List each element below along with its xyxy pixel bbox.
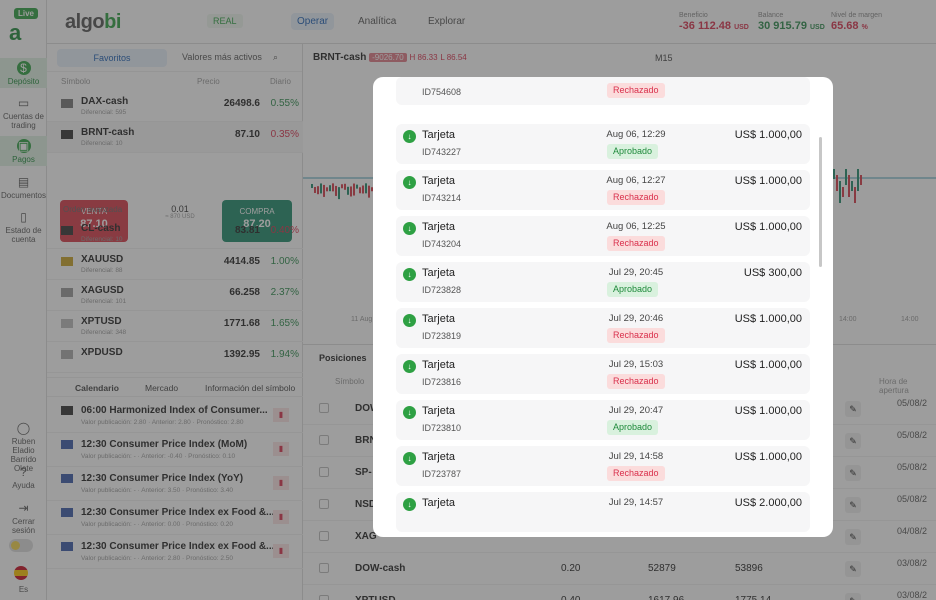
transactions-modal: ID754608 Rechazado ↓ Tarjeta ID743227 Aug 06,… <box>373 77 833 537</box>
deposit-icon: ↓ <box>403 452 416 465</box>
transaction-id: ID743227 <box>422 147 462 157</box>
transaction-row[interactable]: ↓ Tarjeta ID723810 Jul 29, 20:47 Aprobado US$… <box>396 400 810 440</box>
transaction-amount: US$ 1.000,00 <box>734 313 802 325</box>
deposit-icon: ↓ <box>403 314 416 327</box>
deposit-icon: ↓ <box>403 268 416 281</box>
payment-method: Tarjeta <box>422 405 456 417</box>
deposit-icon: ↓ <box>403 406 416 419</box>
transaction-id: ID723819 <box>422 331 462 341</box>
transaction-date: Aug 06, 12:25 <box>606 221 666 232</box>
transaction-id: ID723810 <box>422 423 462 433</box>
transaction-row[interactable]: ↓ Tarjeta ID723819 Jul 29, 20:46 Rechazado US… <box>396 308 810 348</box>
transaction-amount: US$ 1.000,00 <box>734 405 802 417</box>
transaction-id: ID743214 <box>422 193 462 203</box>
transaction-amount: US$ 1.000,00 <box>734 221 802 233</box>
status-badge: Rechazado <box>607 236 665 251</box>
transaction-date: Aug 06, 12:29 <box>606 129 666 140</box>
payment-method: Tarjeta <box>422 267 456 279</box>
transaction-row[interactable]: ↓ Tarjeta ID743204 Aug 06, 12:25 Rechazado US… <box>396 216 810 256</box>
transaction-amount: US$ 1.000,00 <box>734 175 802 187</box>
transaction-row[interactable]: ID754608 Rechazado <box>396 77 810 105</box>
transaction-id: ID723828 <box>422 285 462 295</box>
status-badge: Rechazado <box>607 466 665 481</box>
transaction-row[interactable]: ↓ Tarjeta ID743227 Aug 06, 12:29 Aprobado US$… <box>396 124 810 164</box>
transaction-id: ID754608 <box>422 87 462 97</box>
transaction-row[interactable]: ↓ Tarjeta ID723828 Jul 29, 20:45 Aprobado US$… <box>396 262 810 302</box>
deposit-icon: ↓ <box>403 222 416 235</box>
transaction-amount: US$ 1.000,00 <box>734 129 802 141</box>
transaction-date: Jul 29, 20:45 <box>608 267 664 278</box>
transaction-date: Jul 29, 15:03 <box>608 359 664 370</box>
transaction-row[interactable]: ↓ Tarjeta ID743214 Aug 06, 12:27 Rechazado US… <box>396 170 810 210</box>
status-badge: Rechazado <box>607 83 665 98</box>
transaction-date: Jul 29, 14:57 <box>608 497 664 508</box>
transaction-amount: US$ 1.000,00 <box>734 451 802 463</box>
transaction-date: Jul 29, 14:58 <box>608 451 664 462</box>
payment-method: Tarjeta <box>422 129 456 141</box>
payment-method: Tarjeta <box>422 221 456 233</box>
transaction-id: ID743204 <box>422 239 462 249</box>
deposit-icon: ↓ <box>403 360 416 373</box>
transaction-row[interactable]: ↓ Tarjeta ID723816 Jul 29, 15:03 Rechazado US… <box>396 354 810 394</box>
transaction-amount: US$ 1.000,00 <box>734 359 802 371</box>
modal-scrollbar[interactable] <box>819 137 822 267</box>
transaction-row[interactable]: ↓ Tarjeta ID723787 Jul 29, 14:58 Rechazado US… <box>396 446 810 486</box>
status-badge: Aprobado <box>607 282 659 297</box>
payment-method: Tarjeta <box>422 313 456 325</box>
payment-method: Tarjeta <box>422 497 456 509</box>
transaction-id: ID723787 <box>422 469 462 479</box>
transaction-id: ID723816 <box>422 377 462 387</box>
status-badge: Aprobado <box>607 420 659 435</box>
transaction-amount: US$ 2.000,00 <box>734 497 802 509</box>
deposit-icon: ↓ <box>403 498 416 511</box>
transaction-date: Jul 29, 20:46 <box>608 313 664 324</box>
payment-method: Tarjeta <box>422 451 456 463</box>
transaction-row[interactable]: ↓ Tarjeta Jul 29, 14:57 US$ 2.000,00 <box>396 492 810 532</box>
status-badge: Rechazado <box>607 190 665 205</box>
status-badge: Rechazado <box>607 374 665 389</box>
status-badge: Rechazado <box>607 328 665 343</box>
payment-method: Tarjeta <box>422 359 456 371</box>
transaction-amount: US$ 300,00 <box>743 267 802 279</box>
payment-method: Tarjeta <box>422 175 456 187</box>
status-badge: Aprobado <box>607 144 659 159</box>
deposit-icon: ↓ <box>403 176 416 189</box>
transaction-date: Aug 06, 12:27 <box>606 175 666 186</box>
transaction-date: Jul 29, 20:47 <box>608 405 664 416</box>
deposit-icon: ↓ <box>403 130 416 143</box>
